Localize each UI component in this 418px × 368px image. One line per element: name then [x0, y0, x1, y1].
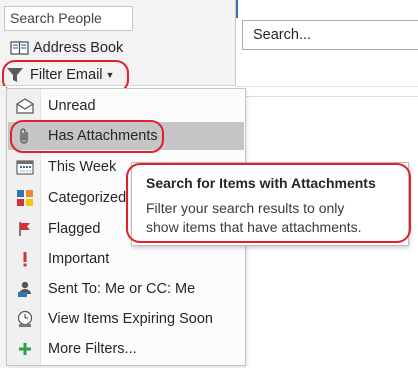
chevron-down-icon: ▼	[105, 70, 115, 80]
plus-icon	[16, 340, 34, 358]
menu-item-label: Sent To: Me or CC: Me	[48, 281, 196, 297]
funnel-icon	[6, 67, 24, 83]
clock-expire-icon	[16, 310, 34, 328]
menu-item-label: Has Attachments	[48, 128, 158, 144]
attachments-tooltip: Search for Items with Attachments Filter…	[131, 162, 409, 246]
menu-item-more-filters[interactable]: More Filters...	[8, 335, 244, 363]
address-book-label: Address Book	[33, 40, 124, 56]
menu-item-important[interactable]: Important	[8, 245, 244, 273]
address-book-icon	[10, 40, 30, 56]
tooltip-body-line: Filter your search results to only	[146, 200, 345, 216]
tooltip-title: Search for Items with Attachments	[146, 175, 376, 191]
tooltip-body-line: show items that have attachments.	[146, 219, 362, 235]
categories-grid-icon	[16, 189, 34, 207]
menu-item-sent-to-me[interactable]: Sent To: Me or CC: Me	[8, 275, 244, 303]
envelope-open-icon	[16, 97, 34, 115]
menu-item-expiring-soon[interactable]: View Items Expiring Soon	[8, 305, 244, 333]
tooltip-body: Filter your search results to only show …	[146, 199, 394, 237]
paperclip-icon	[16, 127, 34, 145]
menu-item-label: More Filters...	[48, 341, 137, 357]
ribbon-find-group: Search People Address Book Filter Email …	[0, 0, 236, 86]
search-people-input[interactable]: Search People	[4, 6, 133, 31]
search-input[interactable]: Search...	[242, 20, 418, 50]
menu-item-label: Categorized	[48, 190, 127, 206]
window-border-accent	[236, 0, 238, 18]
menu-item-label: This Week	[48, 159, 117, 175]
calendar-week-icon	[16, 158, 34, 176]
menu-item-unread[interactable]: Unread	[8, 92, 244, 120]
menu-item-label: Unread	[48, 98, 96, 114]
flag-icon	[16, 220, 34, 238]
menu-item-label: Flagged	[48, 221, 101, 237]
address-book-button[interactable]: Address Book	[10, 38, 123, 58]
filter-email-button[interactable]: Filter Email ▼	[6, 64, 114, 86]
menu-item-has-attachments[interactable]: Has Attachments	[8, 122, 244, 150]
person-sent-icon	[16, 280, 34, 298]
menu-item-label: Important	[48, 251, 110, 267]
menu-item-label: View Items Expiring Soon	[48, 311, 213, 327]
divider	[236, 96, 418, 97]
filter-email-label: Filter Email	[30, 67, 103, 83]
exclamation-icon	[16, 250, 34, 268]
